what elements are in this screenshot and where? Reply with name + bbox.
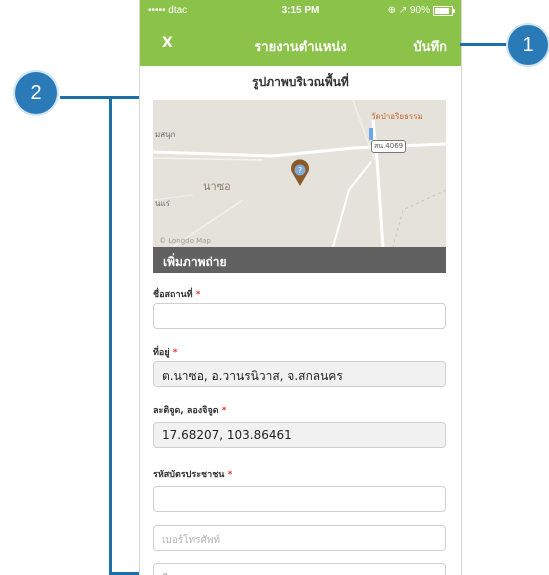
map-label-narae: นแร่ [155, 199, 170, 208]
map-attribution: © Longdo Map [159, 237, 211, 245]
map-marker-glyph: ? [298, 166, 302, 175]
callout-2-line-top [60, 96, 139, 99]
latlng-label: ละติจูด, ลองจิจูด * [153, 403, 226, 417]
status-bar: ••••• dtac 3:15 PM ⊕ ↗ 90% [140, 0, 461, 22]
callout-1-line [460, 43, 510, 46]
place-name-label: ชื่อสถานที่ * [153, 287, 200, 301]
required-mark: * [227, 470, 233, 480]
callout-1-badge: 1 [508, 25, 548, 65]
road-badge: สน.4069 [371, 140, 407, 153]
address-label: ที่อยู่ * [153, 345, 177, 359]
place-name-label-text: ชื่อสถานที่ [153, 290, 193, 300]
map-label-nasao: นาซอ [203, 180, 231, 193]
place-name-input[interactable] [153, 303, 446, 329]
phone-screen: ••••• dtac 3:15 PM ⊕ ↗ 90% X รายงานตำแหน… [139, 0, 462, 575]
save-button[interactable]: บันทึก [413, 36, 447, 57]
required-mark: * [172, 348, 178, 358]
battery-text: ⊕ ↗ 90% [387, 5, 430, 16]
nav-bar: X รายงานตำแหน่ง บันทึก [140, 22, 461, 66]
battery-icon [433, 5, 455, 16]
latlng-label-text: ละติจูด, ลองจิจูด [153, 406, 219, 416]
photo-section-title: รูปภาพบริเวณพื้นที่ [252, 75, 349, 89]
phone-input[interactable]: เบอร์โทรศัพท์ [153, 525, 446, 551]
map-label-nasuk: มสนุก [155, 130, 176, 139]
required-mark: * [195, 290, 201, 300]
add-photo-button[interactable]: เพิ่มภาพถ่าย [153, 247, 446, 273]
citizen-id-label: รหัสบัตรประชาชน * [153, 467, 232, 481]
battery-status: ⊕ ↗ 90% [387, 5, 455, 16]
email-input[interactable]: อีเมล [153, 563, 446, 575]
latlng-input[interactable]: 17.68207, 103.86461 [153, 422, 446, 448]
callout-2-line-vertical [109, 96, 112, 575]
address-label-text: ที่อยู่ [153, 348, 170, 358]
map-label-temple: วัดป่าอริยธรรม [371, 112, 423, 121]
citizen-id-input[interactable] [153, 486, 446, 512]
required-mark: * [221, 406, 227, 416]
address-input[interactable]: ต.นาซอ, อ.วานรนิวาส, จ.สกลนคร [153, 361, 446, 387]
location-map[interactable]: ? มสนุก วัดป่าอริยธรรม นาซอ นแร่ สน.4069… [153, 100, 446, 247]
callout-2-badge: 2 [15, 72, 57, 114]
citizen-id-label-text: รหัสบัตรประชาชน [153, 470, 225, 480]
